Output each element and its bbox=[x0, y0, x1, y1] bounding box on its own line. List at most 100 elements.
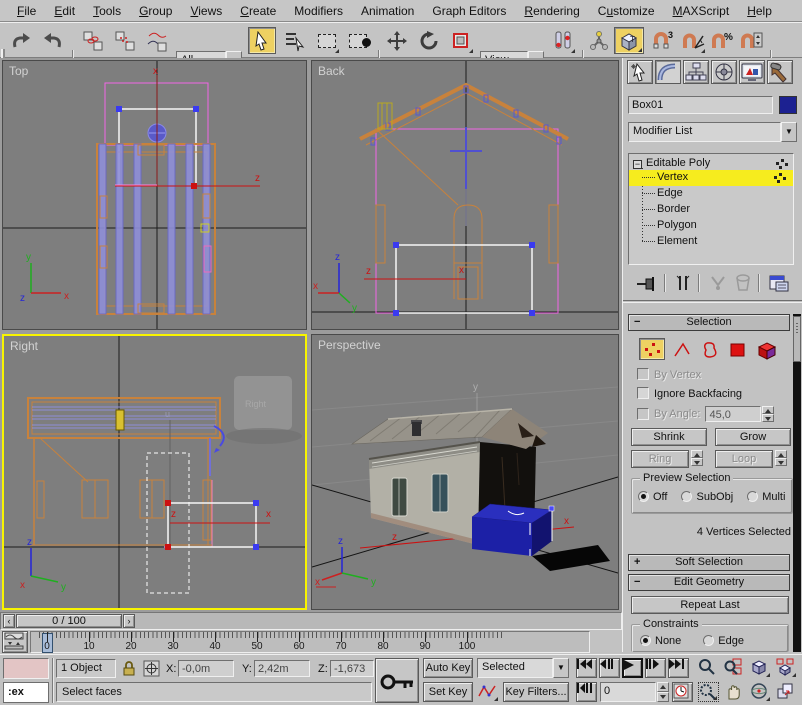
repeat-last-button[interactable]: Repeat Last bbox=[631, 596, 789, 614]
absolute-mode-transform-icon[interactable] bbox=[143, 660, 160, 677]
menu-help[interactable]: Help bbox=[738, 1, 781, 21]
pin-stack-icon[interactable] bbox=[636, 273, 658, 293]
zoom-extents-all-icon[interactable] bbox=[776, 658, 797, 678]
default-in-out-tangents-icon[interactable] bbox=[477, 682, 499, 702]
soft-selection-rollout-header[interactable]: +Soft Selection bbox=[628, 554, 790, 571]
undo-icon[interactable] bbox=[8, 27, 34, 54]
angle-snap-icon[interactable] bbox=[680, 27, 706, 54]
edit-geometry-rollout-header[interactable]: −Edit Geometry bbox=[628, 574, 790, 591]
tab-motion[interactable] bbox=[711, 60, 737, 84]
menu-modifiers[interactable]: Modifiers bbox=[285, 1, 352, 21]
menu-views[interactable]: Views bbox=[181, 1, 231, 21]
previous-frame-button[interactable] bbox=[599, 658, 620, 678]
min-max-toggle-icon[interactable] bbox=[776, 682, 797, 702]
time-slider-track[interactable]: ‹ 0 / 100 › bbox=[0, 612, 622, 630]
maxscript-listener-pink[interactable] bbox=[3, 658, 49, 679]
tab-display[interactable] bbox=[739, 60, 765, 84]
menu-edit[interactable]: Edit bbox=[45, 1, 84, 21]
menu-tools[interactable]: Tools bbox=[84, 1, 130, 21]
menu-file[interactable]: File bbox=[8, 1, 45, 21]
snap-3d-icon[interactable]: 3 bbox=[650, 27, 676, 54]
select-and-rotate-icon[interactable] bbox=[416, 27, 442, 54]
rectangular-selection-region-icon[interactable] bbox=[314, 27, 340, 54]
border-subobject-button[interactable] bbox=[699, 340, 721, 360]
vertex-subobject-button[interactable] bbox=[639, 338, 665, 360]
stack-item-editable-poly[interactable]: −Editable Poly bbox=[629, 156, 793, 170]
menu-graph-editors[interactable]: Graph Editors bbox=[423, 1, 515, 21]
key-filter-selection-dropdown[interactable]: Selected ▼ bbox=[477, 658, 569, 678]
time-forward-arrow[interactable]: › bbox=[123, 614, 135, 628]
go-to-start-button[interactable] bbox=[576, 658, 597, 678]
scrollbar-thumb[interactable] bbox=[793, 316, 801, 362]
key-filters-button[interactable]: Key Filters... bbox=[503, 682, 569, 702]
remove-modifier-icon[interactable] bbox=[734, 273, 752, 293]
bind-to-space-warp-icon[interactable] bbox=[144, 27, 170, 54]
zoom-icon[interactable] bbox=[698, 658, 719, 678]
preview-subobj-radio[interactable]: SubObj bbox=[681, 491, 733, 503]
polygon-subobject-button[interactable] bbox=[727, 340, 749, 360]
viewport-perspective[interactable]: Perspective y bbox=[311, 334, 619, 610]
shrink-button[interactable]: Shrink bbox=[631, 428, 707, 446]
stack-item-edge[interactable]: Edge bbox=[629, 186, 793, 202]
spinner-snap-icon[interactable] bbox=[738, 27, 764, 54]
collapse-icon[interactable]: − bbox=[633, 160, 642, 169]
select-object-button[interactable] bbox=[248, 27, 276, 54]
viewport-right[interactable]: Right Right u bbox=[2, 334, 307, 610]
preview-multi-radio[interactable]: Multi bbox=[747, 491, 785, 503]
edge-subobject-button[interactable] bbox=[672, 340, 694, 360]
tab-modify[interactable] bbox=[655, 60, 681, 84]
open-mini-curve-editor-button[interactable] bbox=[2, 631, 28, 653]
show-end-result-icon[interactable] bbox=[674, 273, 692, 293]
object-name-field[interactable]: Box01 bbox=[628, 96, 773, 114]
menu-rendering[interactable]: Rendering bbox=[515, 1, 588, 21]
stack-item-polygon[interactable]: Polygon bbox=[629, 218, 793, 234]
menu-maxscript[interactable]: MAXScript bbox=[664, 1, 739, 21]
constraints-edge-radio[interactable]: Edge bbox=[703, 635, 744, 647]
time-back-arrow[interactable]: ‹ bbox=[3, 614, 15, 628]
percent-snap-icon[interactable]: % bbox=[710, 27, 734, 54]
redo-icon[interactable] bbox=[40, 27, 66, 54]
snaps-toggle-button[interactable]: T bbox=[614, 27, 644, 54]
selection-lock-icon[interactable] bbox=[121, 659, 137, 677]
menu-animation[interactable]: Animation bbox=[352, 1, 423, 21]
key-mode-toggle-button[interactable] bbox=[576, 682, 597, 702]
set-keys-button[interactable] bbox=[375, 658, 419, 703]
select-and-link-icon[interactable] bbox=[80, 27, 106, 54]
viewport-top[interactable]: Top bbox=[2, 60, 307, 330]
tab-utilities[interactable] bbox=[767, 60, 793, 84]
menu-create[interactable]: Create bbox=[231, 1, 285, 21]
x-coordinate-field[interactable]: -0,0m bbox=[178, 660, 234, 677]
panel-scrollbar[interactable] bbox=[793, 314, 801, 652]
menu-group[interactable]: Group bbox=[130, 1, 181, 21]
preview-off-radio[interactable]: Off bbox=[638, 491, 667, 503]
tab-hierarchy[interactable] bbox=[683, 60, 709, 84]
current-frame-field[interactable]: 0 bbox=[600, 682, 656, 702]
zoom-all-icon[interactable] bbox=[724, 658, 745, 678]
window-crossing-toggle-icon[interactable] bbox=[344, 27, 372, 54]
select-and-manipulate-icon[interactable] bbox=[550, 27, 576, 54]
configure-modifier-sets-icon[interactable] bbox=[768, 273, 790, 293]
time-slider-button[interactable]: 0 / 100 bbox=[16, 614, 122, 628]
by-angle-field[interactable]: 45,0 bbox=[705, 406, 761, 422]
viewport-top-label[interactable]: Top bbox=[9, 64, 28, 78]
go-to-end-button[interactable] bbox=[668, 658, 689, 678]
constraints-none-radio[interactable]: None bbox=[640, 635, 681, 647]
chevron-down-icon[interactable]: ▼ bbox=[553, 658, 569, 678]
arc-rotate-icon[interactable] bbox=[750, 682, 771, 702]
frame-ruler[interactable]: 0102030405060708090100 bbox=[30, 631, 590, 653]
loop-button[interactable]: Loop bbox=[715, 450, 773, 468]
stack-item-vertex[interactable]: Vertex bbox=[629, 170, 793, 186]
ignore-backfacing-checkbox[interactable] bbox=[637, 387, 649, 399]
by-vertex-checkbox[interactable] bbox=[637, 368, 649, 380]
next-frame-button[interactable] bbox=[645, 658, 666, 678]
keyboard-shortcut-override-icon[interactable] bbox=[588, 27, 610, 54]
select-and-move-icon[interactable] bbox=[384, 27, 410, 54]
pan-icon[interactable] bbox=[724, 682, 745, 702]
grow-button[interactable]: Grow bbox=[715, 428, 791, 446]
loop-spinner[interactable] bbox=[775, 450, 787, 468]
ring-spinner[interactable] bbox=[691, 450, 703, 468]
chevron-down-icon[interactable]: ▼ bbox=[781, 122, 797, 142]
menu-customize[interactable]: Customize bbox=[589, 1, 664, 21]
element-subobject-button[interactable] bbox=[755, 340, 779, 360]
modifier-list-dropdown[interactable]: Modifier List ▼ bbox=[628, 122, 797, 142]
